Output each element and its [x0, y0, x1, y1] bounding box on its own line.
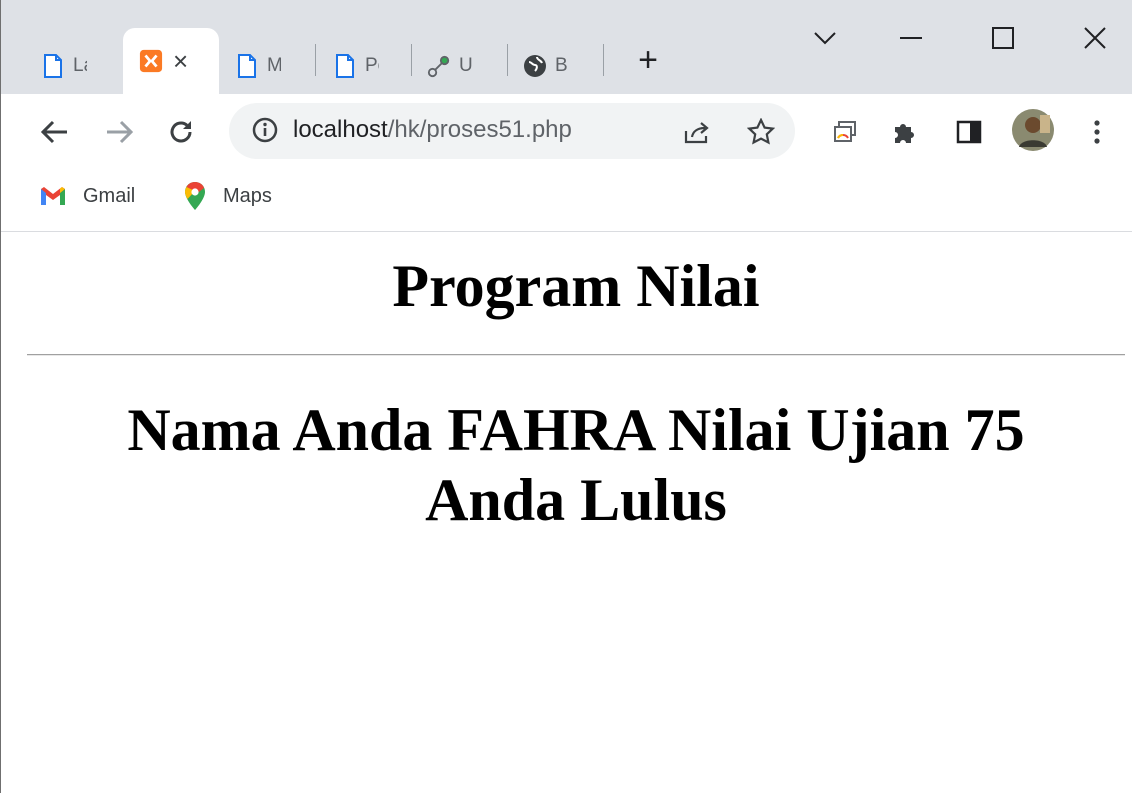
maximize-button[interactable]: [983, 18, 1023, 58]
side-panel-button[interactable]: [949, 112, 989, 152]
side-panel-icon: [956, 120, 982, 144]
bookmark-label: Maps: [223, 184, 272, 207]
arrow-left-icon: [41, 120, 67, 144]
tab-5[interactable]: U: [427, 38, 473, 94]
tab-3[interactable]: M: [235, 38, 281, 94]
maximize-icon: [992, 27, 1014, 49]
maps-icon: [185, 182, 205, 210]
chevron-down-icon: [814, 32, 836, 45]
browser-window: La × M Pe U: [0, 0, 1132, 793]
more-vert-icon: [1094, 120, 1100, 144]
tab-separator: [507, 44, 508, 76]
url-path: /hk/proses51.php: [387, 116, 572, 143]
new-tab-button[interactable]: +: [631, 43, 665, 78]
menu-button[interactable]: [1077, 112, 1117, 152]
extensions-button[interactable]: [885, 112, 925, 152]
avatar-icon: [1012, 109, 1054, 151]
link-icon: [427, 54, 451, 78]
page-icon: [41, 54, 65, 78]
tab-strip: La × M Pe U: [1, 0, 1132, 94]
close-window-button[interactable]: [1075, 18, 1115, 58]
close-tab-icon[interactable]: ×: [173, 48, 188, 74]
reload-icon: [170, 121, 192, 143]
tab-separator: [411, 44, 412, 76]
close-icon: [1084, 27, 1106, 49]
tab-label: M: [267, 55, 281, 76]
media-router-icon: [834, 121, 856, 142]
profile-avatar[interactable]: [1011, 108, 1055, 152]
tab-label: B: [555, 55, 568, 76]
minimize-icon: [900, 37, 922, 39]
minimize-button[interactable]: [891, 18, 931, 58]
share-button[interactable]: [677, 112, 717, 152]
back-button[interactable]: [35, 112, 75, 152]
tab-label: La: [73, 55, 87, 76]
bookmark-star-button[interactable]: [741, 112, 781, 152]
puzzle-icon: [895, 124, 914, 143]
url-text[interactable]: localhost/hk/proses51.php: [293, 116, 572, 144]
info-icon: [252, 117, 278, 143]
result-line-1: Nama Anda FAHRA Nilai Ujian 75: [127, 397, 1025, 463]
arrow-right-icon: [107, 120, 133, 144]
globe-icon: [523, 54, 547, 78]
star-icon: [747, 118, 775, 145]
site-info-button[interactable]: [245, 110, 285, 150]
tab-6[interactable]: B: [523, 38, 569, 94]
tab-label: U: [459, 55, 473, 76]
bookmarks-bar: [1, 170, 1132, 232]
tab-search-button[interactable]: [805, 18, 845, 58]
tab-active[interactable]: ×: [123, 28, 219, 94]
reload-button[interactable]: [161, 112, 201, 152]
url-host: localhost: [293, 116, 388, 143]
gmail-icon: [41, 187, 65, 205]
bookmark-gmail[interactable]: Gmail: [39, 182, 135, 210]
tab-separator: [603, 44, 604, 76]
bookmark-label: Gmail: [83, 184, 136, 207]
tab-separator: [315, 44, 316, 76]
page-icon: [333, 54, 357, 78]
page-icon: [235, 54, 259, 78]
tab-1[interactable]: La: [41, 38, 87, 94]
horizontal-rule: [27, 354, 1125, 356]
result-line-2: Anda Lulus: [425, 467, 727, 533]
cast-button[interactable]: [825, 112, 865, 152]
result-text: Nama Anda FAHRA Nilai Ujian 75 Anda Lulu…: [1, 395, 1132, 535]
bookmark-maps[interactable]: Maps: [183, 182, 272, 210]
share-icon: [684, 122, 709, 144]
page-title: Program Nilai: [392, 253, 760, 319]
tab-label: Pe: [365, 55, 379, 76]
forward-button[interactable]: [99, 112, 139, 152]
xampp-icon: [139, 49, 163, 73]
tab-4[interactable]: Pe: [333, 38, 379, 94]
